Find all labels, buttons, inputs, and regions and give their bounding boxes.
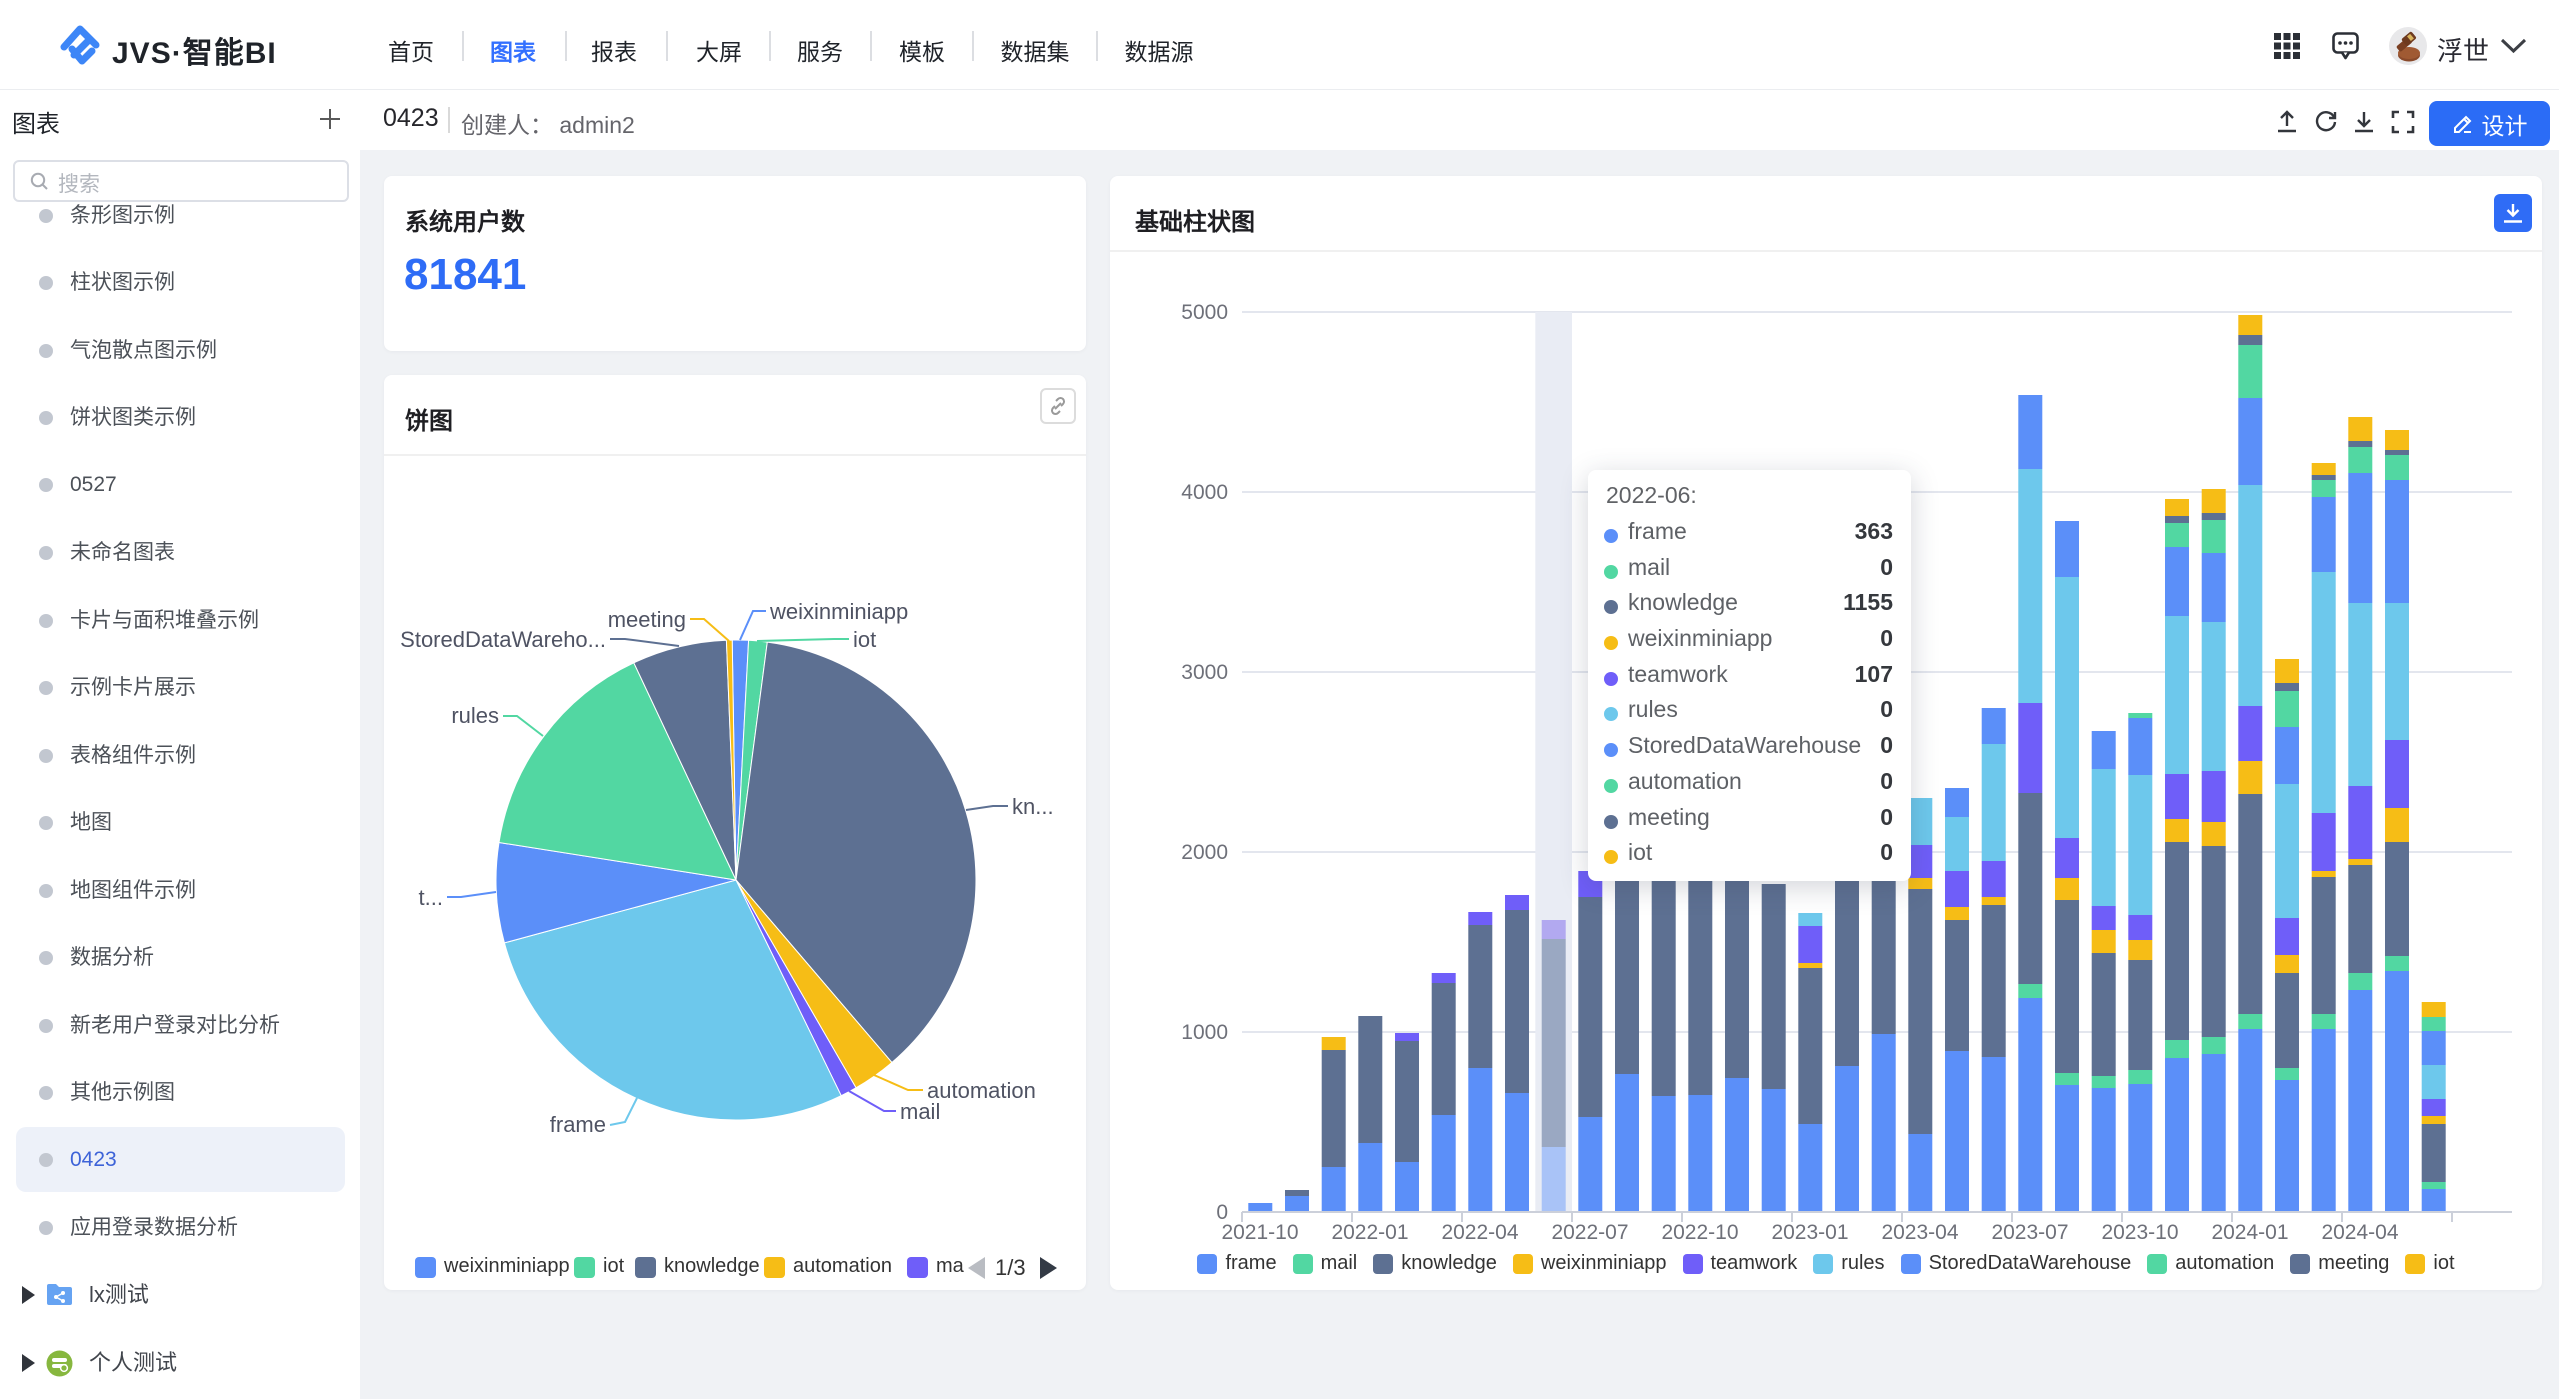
svg-text:2022-01: 2022-01 [1331, 1221, 1408, 1244]
svg-text:kn...: kn... [1012, 794, 1054, 819]
svg-text:mail: mail [900, 1099, 940, 1124]
svg-text:2024-01: 2024-01 [2211, 1221, 2288, 1244]
svg-text:2023-04: 2023-04 [1881, 1221, 1958, 1244]
svg-text:rules: rules [451, 703, 499, 728]
svg-text:StoredDataWareho...: StoredDataWareho... [400, 627, 606, 652]
svg-text:2023-10: 2023-10 [2101, 1221, 2178, 1244]
svg-text:2022-10: 2022-10 [1661, 1221, 1738, 1244]
svg-text:2021-10: 2021-10 [1221, 1221, 1298, 1244]
svg-text:t...: t... [419, 885, 443, 910]
svg-text:4000: 4000 [1181, 481, 1228, 504]
svg-text:1000: 1000 [1181, 1021, 1228, 1044]
svg-text:meeting: meeting [608, 607, 686, 632]
svg-text:5000: 5000 [1181, 301, 1228, 324]
svg-text:2023-01: 2023-01 [1771, 1221, 1848, 1244]
svg-text:2000: 2000 [1181, 841, 1228, 864]
svg-text:2023-07: 2023-07 [1991, 1221, 2068, 1244]
svg-text:automation: automation [927, 1078, 1036, 1103]
svg-text:frame: frame [550, 1112, 606, 1137]
svg-text:iot: iot [853, 627, 876, 652]
svg-text:2022-07: 2022-07 [1551, 1221, 1628, 1244]
svg-text:2024-04: 2024-04 [2321, 1221, 2398, 1244]
svg-text:3000: 3000 [1181, 661, 1228, 684]
svg-text:weixinminiapp: weixinminiapp [769, 599, 908, 624]
svg-text:2022-04: 2022-04 [1441, 1221, 1518, 1244]
